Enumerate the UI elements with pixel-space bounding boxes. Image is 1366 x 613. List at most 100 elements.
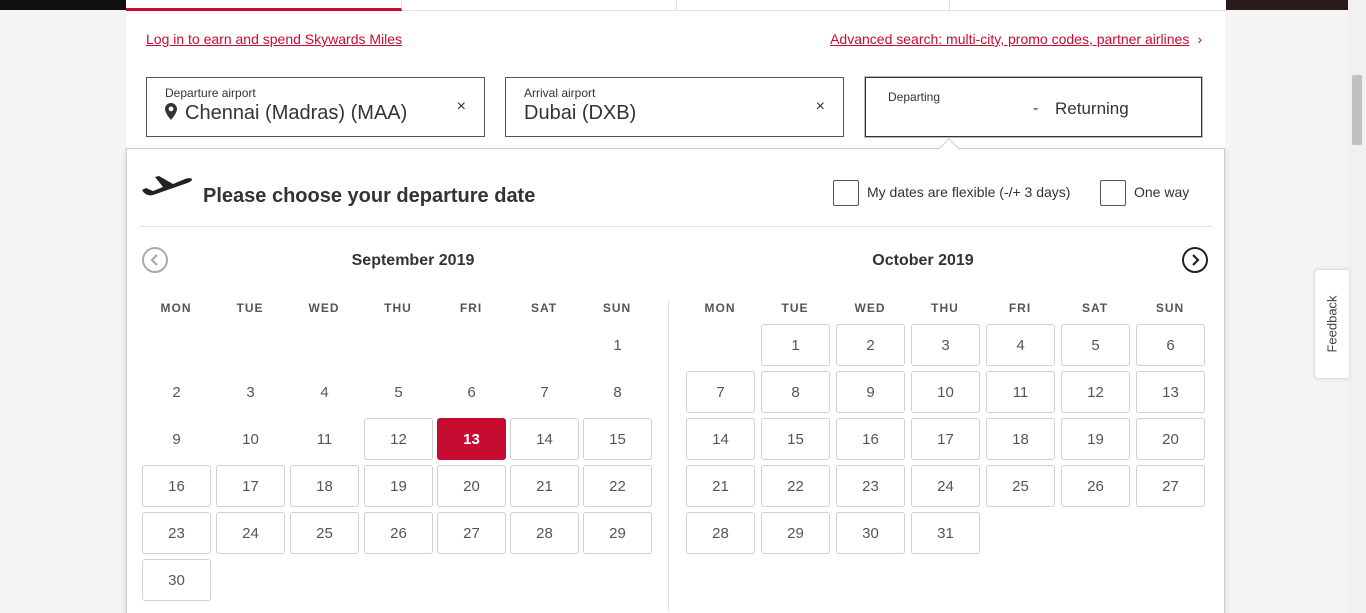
calendar-day[interactable]: 17 bbox=[216, 465, 285, 507]
calendar-day[interactable]: 17 bbox=[911, 418, 980, 460]
scrollbar-thumb[interactable] bbox=[1352, 75, 1362, 145]
airplane-icon bbox=[142, 176, 192, 196]
calendar-day[interactable]: 25 bbox=[986, 465, 1055, 507]
chevron-right-icon: › bbox=[1197, 31, 1202, 47]
returning-label[interactable]: Returning bbox=[1055, 99, 1129, 119]
date-picker-dropdown: Please choose your departure date My dat… bbox=[126, 148, 1225, 613]
advanced-search-link[interactable]: Advanced search: multi-city, promo codes… bbox=[830, 31, 1202, 47]
calendar-day[interactable]: 13 bbox=[1136, 371, 1205, 413]
calendar-day: 9 bbox=[172, 430, 181, 448]
calendar-day[interactable]: 23 bbox=[836, 465, 905, 507]
calendar-day[interactable]: 27 bbox=[437, 512, 506, 554]
calendar-day: 5 bbox=[394, 383, 403, 401]
calendar-day[interactable]: 28 bbox=[686, 512, 755, 554]
feedback-label[interactable]: Feedback bbox=[1325, 295, 1340, 352]
calendar-day[interactable]: 15 bbox=[761, 418, 830, 460]
dates-separator: - bbox=[1033, 100, 1039, 117]
calendar-day[interactable]: 12 bbox=[1061, 371, 1130, 413]
arrival-airport-label: Arrival airport bbox=[524, 86, 596, 100]
calendar-day[interactable]: 26 bbox=[1061, 465, 1130, 507]
calendar-day[interactable]: 21 bbox=[510, 465, 579, 507]
month-title-october: October 2019 bbox=[872, 252, 974, 269]
departure-airport-field[interactable]: Departure airport Chennai (Madras) (MAA)… bbox=[146, 77, 485, 137]
calendar-day[interactable]: 19 bbox=[364, 465, 433, 507]
calendar-day[interactable]: 7 bbox=[686, 371, 755, 413]
calendar-day[interactable]: 1 bbox=[761, 324, 830, 366]
departure-airport-value[interactable]: Chennai (Madras) (MAA) bbox=[185, 102, 407, 124]
weekday-label: WED bbox=[308, 301, 340, 315]
calendar-day[interactable]: 15 bbox=[583, 418, 652, 460]
selected-day[interactable]: 13 bbox=[437, 418, 506, 460]
calendar-day[interactable]: 31 bbox=[911, 512, 980, 554]
calendar-day[interactable]: 23 bbox=[142, 512, 211, 554]
calendar-day[interactable]: 12 bbox=[364, 418, 433, 460]
weekday-label: FRI bbox=[459, 301, 483, 315]
calendar-day[interactable]: 20 bbox=[1136, 418, 1205, 460]
dates-field[interactable]: Departing - Returning bbox=[865, 77, 1202, 137]
feedback-tab[interactable]: Feedback bbox=[1314, 269, 1349, 379]
location-pin-icon bbox=[165, 103, 177, 120]
calendar-day[interactable]: 18 bbox=[290, 465, 359, 507]
departing-label: Departing bbox=[888, 90, 941, 104]
calendar-day[interactable]: 26 bbox=[364, 512, 433, 554]
calendar-day[interactable]: 28 bbox=[510, 512, 579, 554]
calendar-day[interactable]: 22 bbox=[583, 465, 652, 507]
calendar-day[interactable]: 25 bbox=[290, 512, 359, 554]
calendar-day[interactable]: 22 bbox=[761, 465, 830, 507]
tab-flights[interactable] bbox=[126, 0, 402, 11]
calendar-day[interactable]: 29 bbox=[761, 512, 830, 554]
calendar-day: 7 bbox=[540, 383, 549, 401]
calendar-day[interactable]: 21 bbox=[686, 465, 755, 507]
weekday-label: THU bbox=[931, 301, 959, 315]
one-way-label[interactable]: One way bbox=[1134, 184, 1189, 200]
clear-departure-icon[interactable]: × bbox=[457, 98, 466, 116]
clear-arrival-icon[interactable]: × bbox=[816, 98, 825, 116]
calendar-day[interactable]: 16 bbox=[142, 465, 211, 507]
calendar-day[interactable]: 14 bbox=[510, 418, 579, 460]
one-way-checkbox[interactable] bbox=[1100, 180, 1126, 206]
calendar-day[interactable]: 4 bbox=[986, 324, 1055, 366]
calendar-day[interactable]: 20 bbox=[437, 465, 506, 507]
chevron-right-icon bbox=[1192, 254, 1200, 266]
weekday-label: MON bbox=[160, 301, 192, 315]
next-month-button[interactable] bbox=[1182, 247, 1208, 273]
calendar-day[interactable]: 6 bbox=[1136, 324, 1205, 366]
calendar-day[interactable]: 24 bbox=[911, 465, 980, 507]
tab-bar bbox=[126, 0, 1225, 11]
calendar-day: 1 bbox=[613, 336, 622, 354]
calendar-day[interactable]: 11 bbox=[986, 371, 1055, 413]
calendar-day: 4 bbox=[320, 383, 329, 401]
calendar-day: 8 bbox=[613, 383, 622, 401]
calendar-day[interactable]: 16 bbox=[836, 418, 905, 460]
month-separator bbox=[668, 301, 669, 611]
calendar-day[interactable]: 30 bbox=[836, 512, 905, 554]
arrival-airport-value[interactable]: Dubai (DXB) bbox=[524, 102, 636, 125]
flexible-dates-label[interactable]: My dates are flexible (-/+ 3 days) bbox=[867, 184, 1070, 200]
calendar-day[interactable]: 19 bbox=[1061, 418, 1130, 460]
calendar-day[interactable]: 30 bbox=[142, 559, 211, 601]
calendar-day[interactable]: 18 bbox=[986, 418, 1055, 460]
calendar-day[interactable]: 27 bbox=[1136, 465, 1205, 507]
calendar-day[interactable]: 3 bbox=[911, 324, 980, 366]
calendar-day[interactable]: 29 bbox=[583, 512, 652, 554]
calendar-day[interactable]: 2 bbox=[836, 324, 905, 366]
advanced-search-label[interactable]: Advanced search: multi-city, promo codes… bbox=[830, 31, 1189, 47]
calendar-day[interactable]: 5 bbox=[1061, 324, 1130, 366]
calendar-day[interactable]: 24 bbox=[216, 512, 285, 554]
calendar-day[interactable]: 8 bbox=[761, 371, 830, 413]
tab-4[interactable] bbox=[950, 0, 1225, 11]
tab-2[interactable] bbox=[402, 0, 677, 11]
calendar-day: 6 bbox=[467, 383, 476, 401]
weekday-label: MON bbox=[704, 301, 736, 315]
calendar-day[interactable]: 10 bbox=[911, 371, 980, 413]
arrival-airport-field[interactable]: Arrival airport Dubai (DXB) × bbox=[505, 77, 844, 137]
calendar-day: 10 bbox=[242, 430, 259, 448]
calendar-title: Please choose your departure date bbox=[203, 185, 536, 207]
login-link[interactable]: Log in to earn and spend Skywards Miles bbox=[146, 31, 402, 47]
calendar-day: 11 bbox=[316, 430, 333, 448]
previous-month-button[interactable] bbox=[142, 247, 168, 273]
tab-3[interactable] bbox=[677, 0, 950, 11]
flexible-dates-checkbox[interactable] bbox=[833, 180, 859, 206]
calendar-day[interactable]: 9 bbox=[836, 371, 905, 413]
calendar-day[interactable]: 14 bbox=[686, 418, 755, 460]
